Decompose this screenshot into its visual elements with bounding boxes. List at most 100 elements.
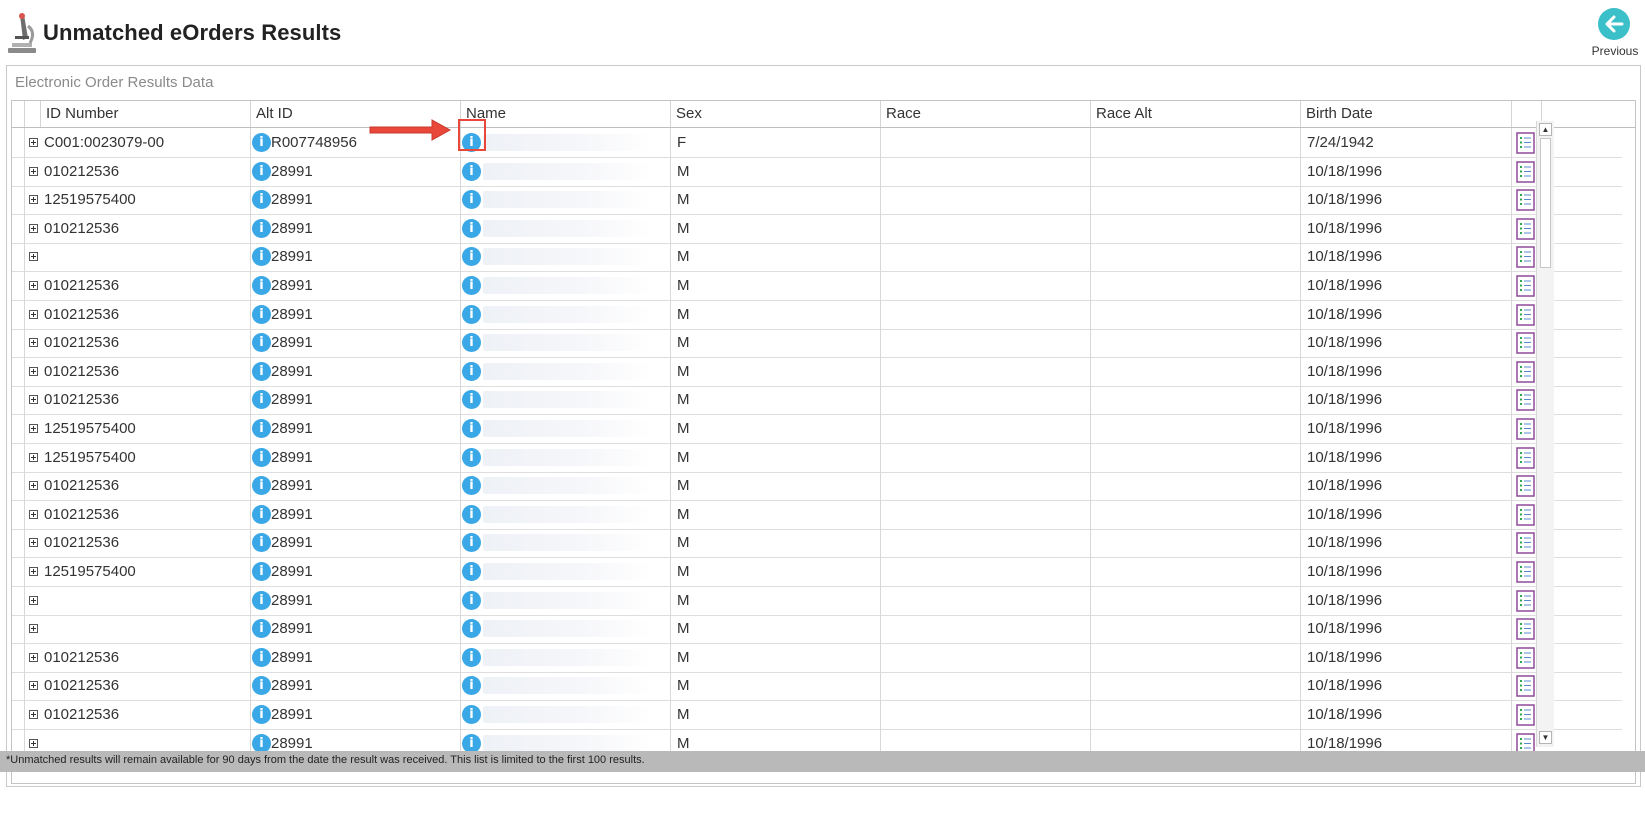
expand-plus-icon[interactable] xyxy=(29,652,38,662)
info-icon[interactable]: i xyxy=(252,619,271,639)
info-icon[interactable]: i xyxy=(252,533,271,553)
report-document-icon[interactable] xyxy=(1516,361,1535,383)
info-icon[interactable]: i xyxy=(252,133,271,152)
report-document-icon[interactable] xyxy=(1516,475,1535,497)
table-row[interactable]: 12519575400 i 28991 i M 10/18/1996 xyxy=(12,185,1622,216)
expand-plus-icon[interactable] xyxy=(29,481,38,491)
report-document-icon[interactable] xyxy=(1516,675,1535,698)
table-row[interactable]: i 28991 i M 10/18/1996 xyxy=(12,614,1622,645)
table-row[interactable]: 010212536 i 28991 i M 10/18/1996 xyxy=(12,213,1622,244)
column-header-sex[interactable]: Sex xyxy=(671,101,881,127)
expand-plus-icon[interactable] xyxy=(29,195,38,205)
report-document-icon[interactable] xyxy=(1516,160,1535,183)
scroll-up-arrow-icon[interactable]: ▲ xyxy=(1539,123,1552,136)
report-document-icon[interactable] xyxy=(1516,704,1535,726)
info-icon[interactable]: i xyxy=(462,504,481,524)
info-icon[interactable]: i xyxy=(252,504,271,524)
expand-plus-icon[interactable] xyxy=(29,338,38,348)
report-document-icon[interactable] xyxy=(1516,647,1535,669)
info-icon[interactable]: i xyxy=(462,390,481,410)
info-icon[interactable]: i xyxy=(462,333,481,353)
info-icon[interactable]: i xyxy=(252,218,271,238)
info-icon[interactable]: i xyxy=(252,247,271,267)
table-row[interactable]: 010212536 i 28991 i M 10/18/1996 xyxy=(12,499,1622,530)
info-icon[interactable]: i xyxy=(462,733,481,753)
table-row[interactable]: 010212536 i 28991 i M 10/18/1996 xyxy=(12,356,1622,387)
expand-plus-icon[interactable] xyxy=(29,395,38,405)
expand-plus-icon[interactable] xyxy=(29,452,38,462)
vertical-scrollbar[interactable]: ▲ ▼ xyxy=(1536,121,1554,747)
report-document-icon[interactable] xyxy=(1516,389,1535,412)
report-document-icon[interactable] xyxy=(1516,332,1535,354)
report-document-icon[interactable] xyxy=(1516,504,1535,526)
info-icon[interactable]: i xyxy=(462,218,481,238)
info-icon[interactable]: i xyxy=(462,447,481,467)
info-icon[interactable]: i xyxy=(462,361,481,381)
info-icon[interactable]: i xyxy=(462,304,481,324)
info-icon[interactable]: i xyxy=(462,705,481,724)
info-icon[interactable]: i xyxy=(462,161,481,181)
info-icon[interactable]: i xyxy=(252,590,271,610)
info-icon[interactable]: i xyxy=(252,304,271,324)
info-icon[interactable]: i xyxy=(252,361,271,381)
info-icon[interactable]: i xyxy=(462,133,481,152)
info-icon[interactable]: i xyxy=(462,190,481,210)
expand-plus-icon[interactable] xyxy=(29,166,38,176)
expand-plus-icon[interactable] xyxy=(29,538,38,548)
expand-plus-icon[interactable] xyxy=(29,223,38,233)
report-document-icon[interactable] xyxy=(1516,418,1535,440)
report-document-icon[interactable] xyxy=(1516,303,1535,326)
info-icon[interactable]: i xyxy=(252,161,271,181)
info-icon[interactable]: i xyxy=(462,676,481,696)
scrollbar-thumb[interactable] xyxy=(1540,138,1551,268)
table-row[interactable]: 010212536 i 28991 i M 10/18/1996 xyxy=(12,385,1622,416)
report-document-icon[interactable] xyxy=(1516,132,1535,154)
expand-plus-icon[interactable] xyxy=(29,138,38,147)
info-icon[interactable]: i xyxy=(252,333,271,353)
info-icon[interactable]: i xyxy=(462,276,481,295)
column-header-name[interactable]: Name xyxy=(461,101,671,127)
expand-plus-icon[interactable] xyxy=(29,281,38,290)
expand-plus-icon[interactable] xyxy=(29,424,38,433)
column-header-id-number[interactable]: ID Number xyxy=(41,101,251,127)
report-document-icon[interactable] xyxy=(1516,532,1535,555)
table-row[interactable]: 12519575400 i 28991 i M 10/18/1996 xyxy=(12,414,1622,444)
expand-plus-icon[interactable] xyxy=(29,624,38,634)
info-icon[interactable]: i xyxy=(252,733,271,753)
info-icon[interactable]: i xyxy=(462,476,481,496)
previous-button[interactable]: Previous xyxy=(1589,6,1641,60)
info-icon[interactable]: i xyxy=(252,190,271,210)
expand-plus-icon[interactable] xyxy=(29,710,38,719)
expand-plus-icon[interactable] xyxy=(29,681,38,691)
table-row[interactable]: 010212536 i 28991 i M 10/18/1996 xyxy=(12,528,1622,559)
info-icon[interactable]: i xyxy=(252,476,271,496)
table-row[interactable]: 010212536 i 28991 i M 10/18/1996 xyxy=(12,156,1622,187)
table-row[interactable]: 12519575400 i 28991 i M 10/18/1996 xyxy=(12,557,1622,587)
column-header-birth-date[interactable]: Birth Date xyxy=(1301,101,1512,127)
report-document-icon[interactable] xyxy=(1516,561,1535,583)
column-header-race-alt[interactable]: Race Alt xyxy=(1091,101,1301,127)
info-icon[interactable]: i xyxy=(252,647,271,667)
table-row[interactable]: 010212536 i 28991 i M 10/18/1996 xyxy=(12,642,1622,673)
info-icon[interactable]: i xyxy=(462,419,481,438)
info-icon[interactable]: i xyxy=(462,619,481,639)
expand-plus-icon[interactable] xyxy=(29,595,38,605)
table-row[interactable]: 010212536 i 28991 i M 10/18/1996 xyxy=(12,299,1622,330)
info-icon[interactable]: i xyxy=(252,390,271,410)
report-document-icon[interactable] xyxy=(1516,275,1535,297)
info-icon[interactable]: i xyxy=(252,676,271,696)
table-row[interactable]: 010212536 i 28991 i M 10/18/1996 xyxy=(12,471,1622,502)
report-document-icon[interactable] xyxy=(1516,446,1535,469)
table-row[interactable]: 010212536 i 28991 i M 10/18/1996 xyxy=(12,671,1622,702)
expand-plus-icon[interactable] xyxy=(29,738,38,748)
expand-plus-icon[interactable] xyxy=(29,252,38,262)
info-icon[interactable]: i xyxy=(252,705,271,724)
info-icon[interactable]: i xyxy=(462,533,481,553)
table-row[interactable]: C001:0023079-00 i R007748956 i F 7/24/1942 xyxy=(12,128,1622,158)
info-icon[interactable]: i xyxy=(252,419,271,438)
table-row[interactable]: i 28991 i M 10/18/1996 xyxy=(12,585,1622,616)
table-row[interactable]: i 28991 i M 10/18/1996 xyxy=(12,242,1622,273)
info-icon[interactable]: i xyxy=(252,562,271,581)
info-icon[interactable]: i xyxy=(462,562,481,581)
expand-plus-icon[interactable] xyxy=(29,309,38,319)
